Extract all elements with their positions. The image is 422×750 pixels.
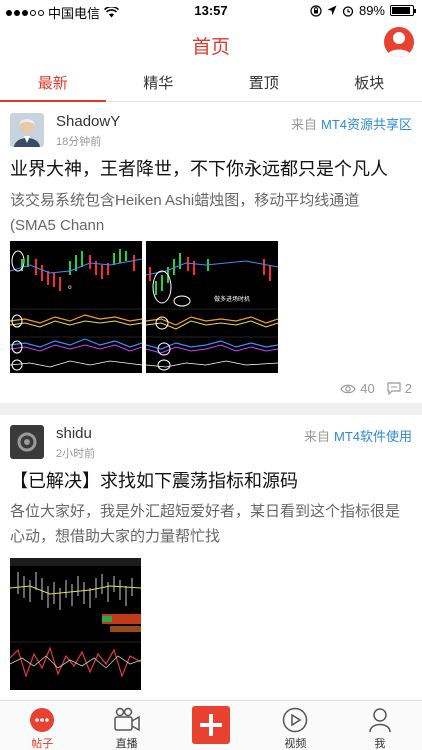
author-name[interactable]: shidu <box>56 425 92 442</box>
chart-screenshot: o <box>10 241 142 373</box>
post-card[interactable]: ShadowY 18分钟前 来自 MT4资源共享区 业界大神，王者降世，不下你永远… <box>0 103 422 403</box>
profile-avatar-button[interactable] <box>384 27 414 57</box>
comment-icon <box>387 382 401 395</box>
post-source: 来自 MT4资源共享区 <box>291 114 412 133</box>
excerpt-line: 该交易系统包含Heiken Ashi蜡烛图，移动平均线通道 <box>10 192 360 209</box>
status-bar: 中国电信 13:57 89% <box>0 0 422 22</box>
svg-text:o: o <box>68 284 72 291</box>
battery-level <box>392 7 410 14</box>
bottom-tab-label: 视频 <box>284 738 307 750</box>
user-avatar-icon <box>387 32 411 57</box>
bottom-tab-video[interactable]: 视频 <box>253 701 337 750</box>
post-card[interactable]: shidu 2小时前 来自 MT4软件使用 【已解决】求找如下震荡指标和源码 各位… <box>0 415 422 700</box>
bottom-tab-live[interactable]: 直播 <box>84 701 168 750</box>
comment-count: 2 <box>404 381 412 396</box>
source-prefix: 来自 <box>303 429 330 444</box>
bottom-tab-me[interactable]: 我 <box>338 701 422 750</box>
plus-icon[interactable] <box>192 706 231 744</box>
tab-latest[interactable]: 最新 <box>0 68 106 102</box>
post-time: 2小时前 <box>56 448 96 460</box>
status-right: 89% <box>310 3 416 18</box>
battery-icon <box>390 5 416 16</box>
post-title[interactable]: 业界大神，王者降世，不下你永远都只是个凡人 <box>10 155 412 181</box>
excerpt-line: 心动，想借助大家的力量帮忙找 <box>10 528 221 545</box>
author-photo-icon <box>10 113 44 147</box>
video-camera-icon <box>113 707 140 732</box>
default-avatar-icon <box>10 425 44 459</box>
play-circle-icon <box>283 707 308 733</box>
author-name[interactable]: ShadowY <box>56 113 120 130</box>
source-prefix: 来自 <box>290 117 317 132</box>
bottom-tab-posts[interactable]: 帖子 <box>0 701 84 750</box>
alarm-icon <box>342 5 354 17</box>
battery-percent: 89% <box>358 3 385 18</box>
eye-icon <box>340 384 356 393</box>
bottom-tab-label: 帖子 <box>31 738 54 750</box>
source-board-link[interactable]: MT4资源共享区 <box>321 117 412 132</box>
post-author-row: ShadowY 18分钟前 来自 MT4资源共享区 <box>10 111 412 149</box>
bottom-tab-bar: 帖子 直播 视频 我 <box>0 700 422 750</box>
post-title[interactable]: 【已解决】求找如下震荡指标和源码 <box>10 467 412 493</box>
tab-featured[interactable]: 精华 <box>106 68 212 101</box>
tab-boards[interactable]: 板块 <box>317 68 422 101</box>
orientation-lock-icon <box>310 4 322 17</box>
tab-pinned[interactable]: 置顶 <box>211 68 317 101</box>
view-count: 40 <box>360 381 375 396</box>
excerpt-line: 各位大家好，我是外汇超短爱好者，某日看到这个指标很是 <box>10 503 401 520</box>
post-image[interactable]: 做多进场时机 <box>146 241 278 373</box>
location-icon <box>327 5 337 16</box>
post-source: 来自 MT4软件使用 <box>304 426 412 445</box>
page-title: 首页 <box>191 37 230 58</box>
excerpt-line: (SMA5 Chann <box>10 217 105 234</box>
bottom-tab-new-post[interactable] <box>169 701 253 750</box>
chat-bubble-icon <box>30 708 55 732</box>
post-image[interactable] <box>10 558 141 690</box>
bottom-tab-label: 我 <box>374 738 386 750</box>
tab-bar: 最新 精华 置顶 板块 <box>0 68 422 102</box>
source-board-link[interactable]: MT4软件使用 <box>334 429 412 444</box>
post-excerpt: 该交易系统包含Heiken Ashi蜡烛图，移动平均线通道 (SMA5 Chan… <box>10 188 410 238</box>
chart-screenshot: 做多进场时机 <box>146 241 278 373</box>
bottom-tab-label: 直播 <box>115 738 138 750</box>
post-excerpt: 各位大家好，我是外汇超短爱好者，某日看到这个指标很是 心动，想借助大家的力量帮忙… <box>10 499 410 549</box>
author-avatar[interactable] <box>10 113 44 147</box>
person-icon <box>369 708 391 733</box>
post-stats: 40 2 <box>340 381 412 396</box>
post-time: 18分钟前 <box>56 136 102 148</box>
chart-screenshot <box>10 558 141 690</box>
author-avatar[interactable] <box>10 425 44 459</box>
nav-bar: 首页 <box>0 22 422 66</box>
post-author-row: shidu 2小时前 来自 MT4软件使用 <box>10 423 412 461</box>
post-divider <box>0 403 422 415</box>
chart-annotation: 做多进场时机 <box>214 295 250 303</box>
post-image[interactable]: o <box>10 241 142 373</box>
